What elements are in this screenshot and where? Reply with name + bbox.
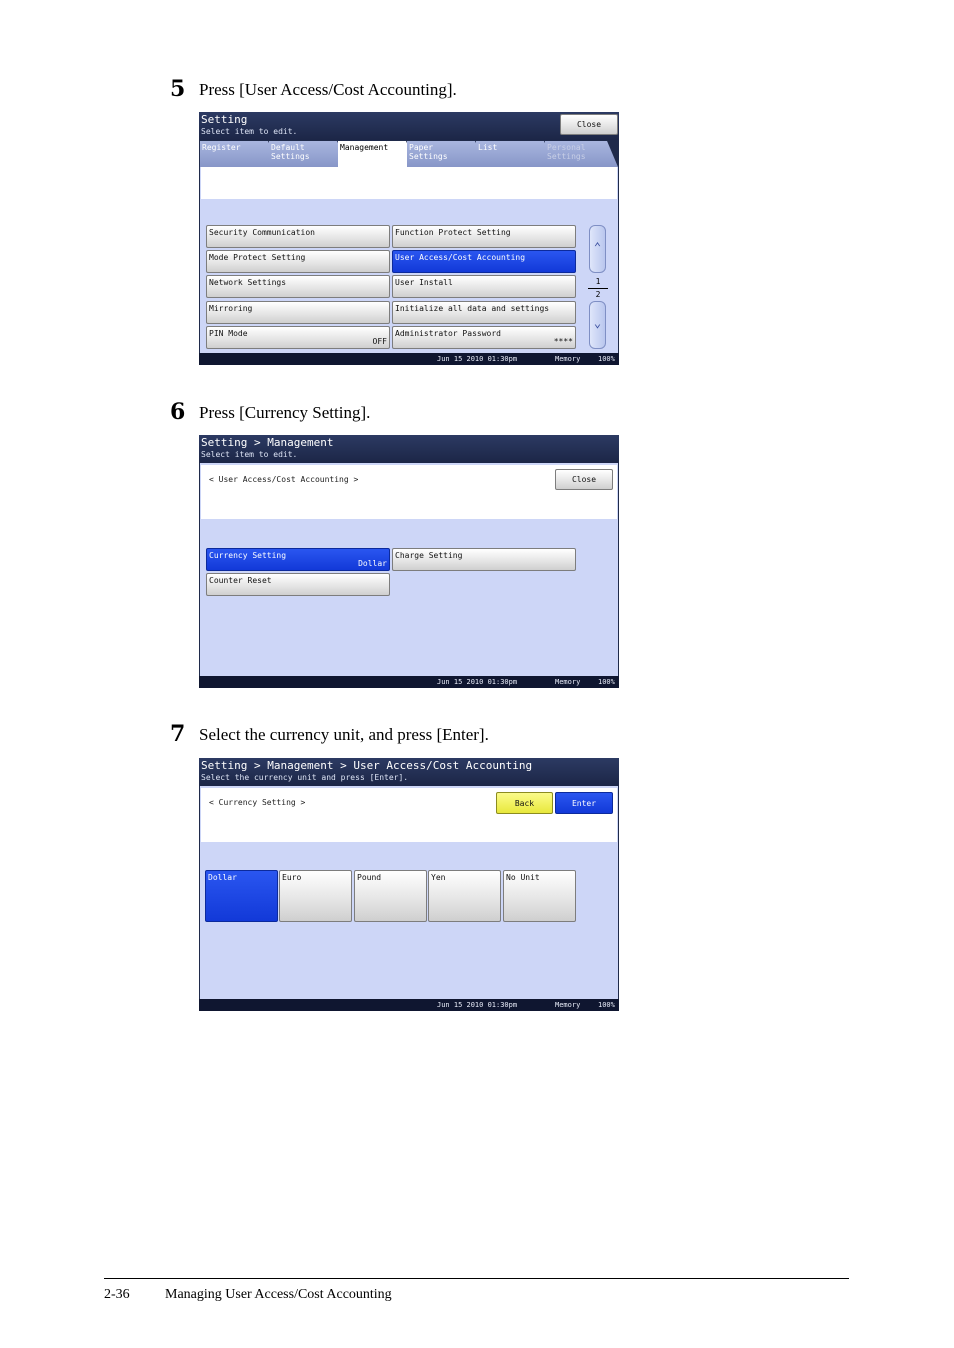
screen-subtitle: Select the currency unit and press [Ente… <box>201 773 409 782</box>
status-memory: Memory <box>555 355 581 363</box>
item-label: Charge Setting <box>395 551 463 560</box>
close-button[interactable]: Close <box>560 114 618 135</box>
item-label: User Install <box>395 278 453 287</box>
item-value: Dollar <box>358 559 387 568</box>
scroll-down-button[interactable]: ⌄ <box>589 301 606 349</box>
currency-option-yen[interactable]: Yen <box>428 870 501 922</box>
tab-paper-settings[interactable]: Paper Settings <box>407 141 487 167</box>
screen-subtitle: Select item to edit. <box>201 127 298 136</box>
menu-item-function-protect-setting[interactable]: Function Protect Setting <box>392 225 576 248</box>
currency-option-euro[interactable]: Euro <box>279 870 352 922</box>
currency-option-pound[interactable]: Pound <box>354 870 427 922</box>
screen-title: Setting <box>201 113 248 126</box>
back-button[interactable]: Back <box>496 792 553 814</box>
step-number: 7 <box>170 721 186 747</box>
close-label: Close <box>576 120 602 129</box>
page-number: 2-36 <box>104 1287 130 1302</box>
currency-label: Euro <box>282 873 302 882</box>
item-label: PIN Mode <box>209 329 248 338</box>
enter-button[interactable]: Enter <box>555 792 613 814</box>
close-label: Close <box>571 475 597 484</box>
item-label: Initialize all data and settings <box>395 304 550 313</box>
menu-item-administrator-password[interactable]: Administrator Password **** <box>392 326 576 349</box>
settings-screen-currency: Setting > Management > User Access/Cost … <box>199 758 619 1011</box>
menu-item-charge-setting[interactable]: Charge Setting <box>392 548 576 571</box>
status-date: Jun 15 2010 01:30pm <box>437 355 518 363</box>
step-text: Select the currency unit, and press [Ent… <box>199 725 489 744</box>
currency-label: Yen <box>431 873 446 882</box>
item-label: Counter Reset <box>209 576 272 585</box>
page-current: 1 <box>595 277 601 286</box>
tab-list[interactable]: List <box>476 141 556 167</box>
currency-label: No Unit <box>506 873 540 882</box>
status-date: Jun 15 2010 01:30pm <box>437 1001 518 1009</box>
tab-bar: Register Default Settings Management Pap… <box>200 141 618 168</box>
step-text: Press [User Access/Cost Accounting]. <box>199 80 457 99</box>
settings-screen-user-access: Setting > Management Select item to edit… <box>199 435 619 688</box>
item-label: Security Communication <box>209 228 315 237</box>
menu-item-user-install[interactable]: User Install <box>392 275 576 298</box>
tab-register[interactable]: Register <box>200 141 280 167</box>
screen-header: Setting > Management > User Access/Cost … <box>199 758 619 786</box>
step-text: Press [Currency Setting]. <box>199 403 371 422</box>
menu-item-initialize-all-data[interactable]: Initialize all data and settings <box>392 301 576 324</box>
breadcrumb: < User Access/Cost Accounting > <box>209 475 359 484</box>
menu-item-security-communication[interactable]: Security Communication <box>206 225 390 248</box>
item-label: Mirroring <box>209 304 253 313</box>
item-label: Administrator Password <box>395 329 501 338</box>
status-percent: 100% <box>598 355 615 363</box>
screen-subtitle: Select item to edit. <box>201 450 298 459</box>
status-percent: 100% <box>598 678 615 686</box>
status-memory: Memory <box>555 1001 581 1009</box>
page-total: 2 <box>595 290 601 299</box>
screen-header: Setting Select item to edit. <box>199 112 619 140</box>
enter-label: Enter <box>571 799 597 808</box>
step-number: 5 <box>170 76 186 102</box>
item-label: User Access/Cost Accounting <box>395 253 526 262</box>
menu-item-mirroring[interactable]: Mirroring <box>206 301 390 324</box>
item-value: OFF <box>372 337 387 346</box>
close-button[interactable]: Close <box>555 469 613 490</box>
status-memory: Memory <box>555 678 581 686</box>
settings-screen-management: Setting Select item to edit. Close Regis… <box>199 112 619 365</box>
item-value: **** <box>553 337 573 346</box>
status-bar: Jun 15 2010 01:30pm Memory 100% <box>199 999 619 1011</box>
currency-option-dollar[interactable]: Dollar <box>205 870 278 922</box>
menu-item-pin-mode[interactable]: PIN Mode OFF <box>206 326 390 349</box>
menu-item-user-access-cost-accounting[interactable]: User Access/Cost Accounting <box>392 250 576 273</box>
step-number: 6 <box>170 399 186 425</box>
screen-title: Setting > Management > User Access/Cost … <box>201 759 533 772</box>
tab-default-settings[interactable]: Default Settings <box>269 141 349 167</box>
back-label: Back <box>514 799 535 808</box>
status-bar: Jun 15 2010 01:30pm Memory 100% <box>199 676 619 688</box>
item-label: Function Protect Setting <box>395 228 511 237</box>
status-percent: 100% <box>598 1001 615 1009</box>
item-label: Currency Setting <box>209 551 287 560</box>
menu-item-network-settings[interactable]: Network Settings <box>206 275 390 298</box>
info-panel <box>201 167 617 199</box>
chapter-title: Managing User Access/Cost Accounting <box>165 1287 392 1302</box>
menu-item-counter-reset[interactable]: Counter Reset <box>206 573 390 596</box>
chevron-down-icon: ⌄ <box>593 316 602 330</box>
footer-divider <box>104 1278 849 1279</box>
tab-management[interactable]: Management <box>338 141 418 168</box>
page-indicator: 1 2 <box>588 277 608 300</box>
currency-label: Dollar <box>208 873 237 882</box>
chevron-up-icon: ⌃ <box>593 240 602 254</box>
menu-item-mode-protect-setting[interactable]: Mode Protect Setting <box>206 250 390 273</box>
menu-item-currency-setting[interactable]: Currency Setting Dollar <box>206 548 390 571</box>
currency-option-no-unit[interactable]: No Unit <box>503 870 576 922</box>
tab-personal-settings[interactable]: Personal Settings <box>545 141 618 167</box>
status-bar: Jun 15 2010 01:30pm Memory 100% <box>199 353 619 365</box>
currency-label: Pound <box>357 873 382 882</box>
status-date: Jun 15 2010 01:30pm <box>437 678 518 686</box>
screen-title: Setting > Management <box>201 436 334 449</box>
breadcrumb: < Currency Setting > <box>209 798 306 807</box>
scroll-up-button[interactable]: ⌃ <box>589 225 606 273</box>
screen-header: Setting > Management Select item to edit… <box>199 435 619 463</box>
item-label: Mode Protect Setting <box>209 253 306 262</box>
item-label: Network Settings <box>209 278 287 287</box>
